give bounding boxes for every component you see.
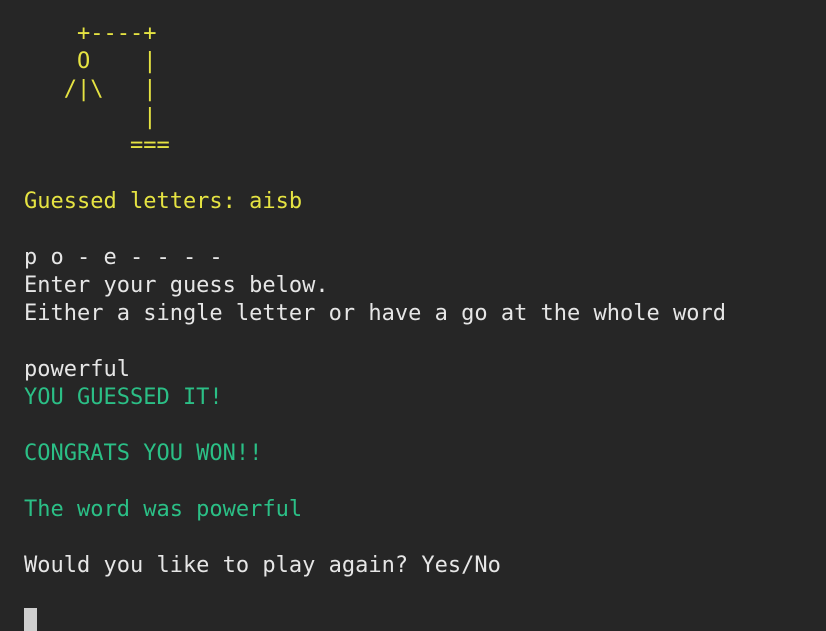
word-reveal: The word was powerful	[24, 497, 303, 522]
win-message: CONGRATS YOU WON!!	[24, 441, 263, 466]
play-again-prompt: Would you like to play again? Yes/No	[24, 553, 501, 578]
hangman-art-line-5: ===	[24, 133, 170, 158]
hangman-art-line-2: O |	[24, 49, 157, 74]
hangman-art-line-1: +----+	[24, 21, 157, 46]
guessed-letters: Guessed letters: aisb	[24, 189, 303, 214]
hangman-art-line-3: /|\ |	[24, 77, 157, 102]
terminal-window: +----+ O | /|\ | | === Guessed letters: …	[0, 0, 826, 631]
guess-instructions: Either a single letter or have a go at t…	[24, 301, 726, 326]
user-input-echo: powerful	[24, 357, 130, 382]
hangman-art-line-4: |	[24, 105, 157, 130]
result-message: YOU GUESSED IT!	[24, 385, 223, 410]
terminal-cursor[interactable]	[24, 608, 37, 631]
word-progress: p o - e - - - -	[24, 245, 223, 270]
guess-prompt: Enter your guess below.	[24, 273, 329, 298]
